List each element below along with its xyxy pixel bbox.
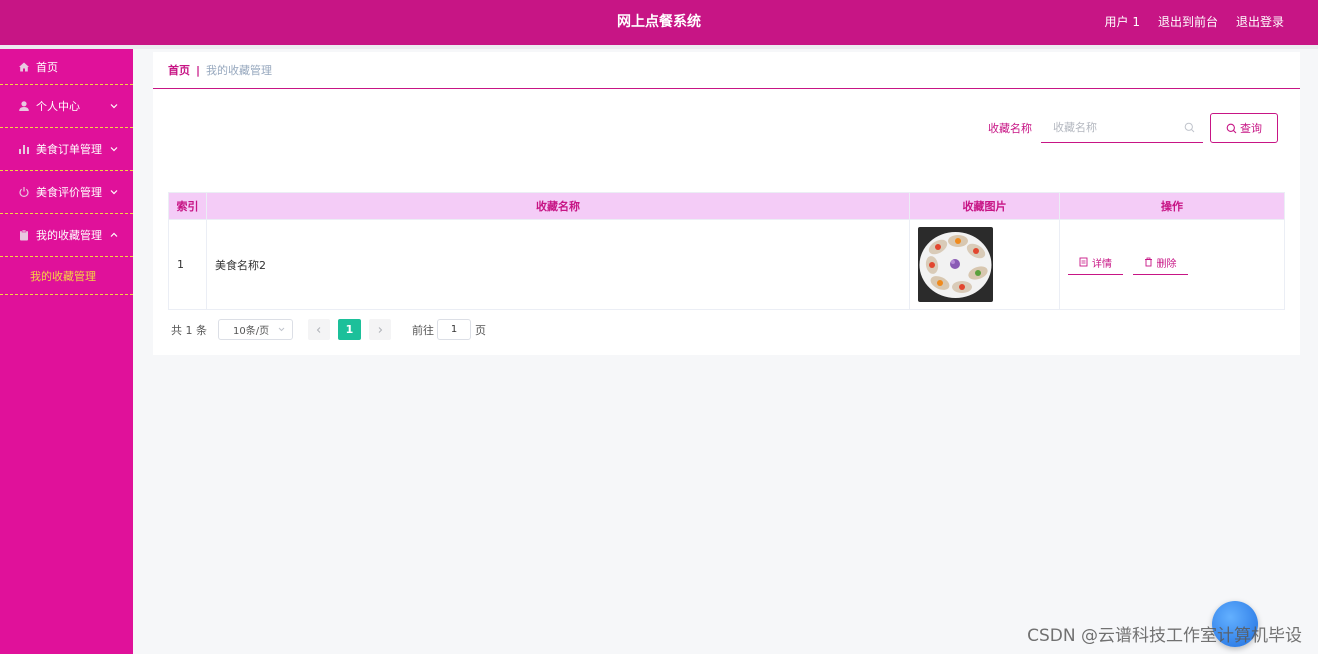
sidebar-subitem-favorites[interactable]: 我的收藏管理 [0,257,133,295]
pagination: 共 1 条 10条/页 1 前往 页 [171,319,486,340]
cell-actions: 详情 删除 [1059,219,1285,310]
column-header-image: 收藏图片 [909,192,1060,220]
breadcrumb: 首页 | 我的收藏管理 [153,52,1300,89]
header-divider [0,45,1318,49]
pagination-total: 共 1 条 [171,323,207,337]
logout-link[interactable]: 退出登录 [1236,0,1284,45]
table-header-row: 索引 收藏名称 收藏图片 操作 [168,192,1285,220]
goto-page-input[interactable] [437,319,471,340]
goto-suffix: 页 [475,323,486,337]
detail-button[interactable]: 详情 [1068,255,1123,275]
prev-page-button[interactable] [308,319,330,340]
sidebar-item-favorites[interactable]: 我的收藏管理 [0,214,133,257]
header-actions: 用户 1 退出到前台 退出登录 [1105,0,1284,45]
page-size-select[interactable]: 10条/页 [218,319,293,340]
favorites-table: 索引 收藏名称 收藏图片 操作 1 美食名称2 详情 删除 [168,192,1285,310]
page-size-value: 10条/页 [233,326,270,337]
watermark-text: CSDN @云谱科技工作室计算机毕设 [1027,626,1302,646]
main-panel: 首页 | 我的收藏管理 收藏名称 查询 索引 收藏名称 收藏图片 操作 1 美食… [153,52,1300,355]
home-icon [18,61,30,73]
column-header-name: 收藏名称 [206,192,910,220]
chevron-down-icon [110,190,118,195]
query-button[interactable]: 查询 [1210,113,1278,143]
sidebar-item-label: 美食订单管理 [36,143,102,156]
search-input[interactable] [1041,113,1203,142]
delete-button[interactable]: 删除 [1132,255,1188,275]
chevron-right-icon [378,326,383,333]
query-button-label: 查询 [1240,122,1262,135]
sidebar-item-label: 我的收藏管理 [36,229,102,242]
chevron-up-icon [110,232,118,237]
sidebar-item-label: 首页 [36,60,58,74]
search-icon [1184,122,1195,133]
next-page-button[interactable] [369,319,391,340]
cell-image [909,219,1060,310]
sidebar-item-label: 美食评价管理 [36,186,102,199]
page-number-button[interactable]: 1 [338,319,361,340]
top-header: 网上点餐系统 用户 1 退出到前台 退出登录 [0,0,1318,45]
cell-name: 美食名称2 [206,219,910,310]
bar-chart-icon [18,143,30,155]
search-label: 收藏名称 [988,122,1032,135]
exit-to-front-link[interactable]: 退出到前台 [1158,0,1218,45]
detail-label: 详情 [1092,258,1112,270]
goto-label: 前往 [412,323,434,337]
chevron-left-icon [316,326,321,333]
sidebar-item-home[interactable]: 首页 [0,49,133,85]
sidebar-item-orders[interactable]: 美食订单管理 [0,128,133,171]
table-row: 1 美食名称2 详情 删除 [168,219,1285,310]
sidebar-item-reviews[interactable]: 美食评价管理 [0,171,133,214]
breadcrumb-current: 我的收藏管理 [206,64,273,77]
food-image [918,227,993,302]
column-header-actions: 操作 [1059,192,1285,220]
delete-label: 删除 [1156,258,1177,270]
search-icon [1226,123,1237,133]
user-name: 用户 1 [1104,15,1140,29]
chevron-down-icon [110,147,118,152]
sidebar-item-profile[interactable]: 个人中心 [0,85,133,128]
breadcrumb-home[interactable]: 首页 [168,62,190,78]
search-bar: 收藏名称 查询 [988,113,1278,143]
chevron-down-icon [278,327,285,332]
user-icon [18,100,30,112]
search-field [1041,113,1203,143]
sidebar-item-label: 个人中心 [36,100,80,113]
document-icon [1079,257,1088,267]
power-icon [18,186,30,198]
cell-index: 1 [168,219,207,310]
clipboard-icon [18,229,30,241]
chevron-down-icon [110,104,118,109]
sidebar: 首页 个人中心 美食订单管理 美食评价管理 我的收藏管理 我的收藏管理 [0,49,133,654]
trash-icon [1144,257,1152,267]
breadcrumb-separator: | [196,63,201,77]
column-header-index: 索引 [168,192,207,220]
